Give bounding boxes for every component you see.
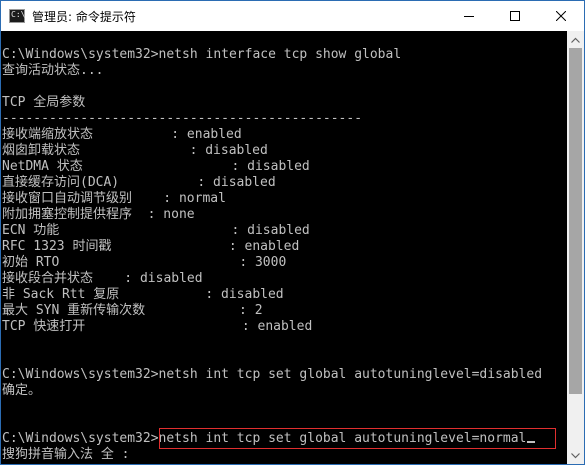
command-highlight-box (159, 428, 556, 449)
console-line: 非 Sack Rtt 复原 : disabled (2, 287, 284, 302)
console-line: C:\Windows\system32>netsh int tcp set gl… (2, 367, 543, 382)
console-output[interactable]: C:\Windows\system32>netsh interface tcp … (1, 31, 569, 464)
cmd-app-icon[interactable]: C:\ (9, 9, 25, 23)
console-line: 烟囱卸载状态 : disabled (2, 143, 268, 158)
maximize-icon (510, 11, 520, 21)
vertical-scrollbar[interactable] (567, 31, 584, 464)
close-button[interactable] (538, 1, 584, 31)
title-bar[interactable]: C:\ 管理员: 命令提示符 (1, 1, 584, 31)
cmd-window: C:\ 管理员: 命令提示符 C:\Windows\system32>netsh… (0, 0, 585, 465)
console-line: 查询活动状态... (2, 63, 104, 78)
scroll-up-button[interactable] (567, 31, 584, 48)
console-line: TCP 快速打开 : enabled (2, 319, 313, 334)
close-icon (556, 11, 566, 21)
scroll-up-arrow-icon (571, 37, 580, 43)
console-line: 接收段合并状态 : disabled (2, 271, 203, 286)
scroll-down-arrow-icon (571, 452, 580, 458)
console-line: C:\Windows\system32>netsh interface tcp … (2, 47, 402, 62)
console-line: 最大 SYN 重新传输次数 : 2 (2, 303, 263, 318)
console-line: 确定。 (2, 383, 42, 398)
ime-status-line: 搜狗拼音输入法 全 : (2, 447, 130, 462)
console-line: ECN 功能 : disabled (2, 223, 310, 238)
cmd-app-icon-prompt: C:\ (11, 10, 26, 19)
maximize-button[interactable] (492, 1, 538, 31)
minimize-icon (464, 16, 474, 17)
console-line: TCP 全局参数 (2, 95, 86, 110)
console-line: NetDMA 状态 : disabled (2, 159, 310, 174)
window-controls (446, 1, 584, 31)
window-title: 管理员: 命令提示符 (32, 9, 136, 24)
scroll-down-button[interactable] (567, 447, 584, 464)
console-line: 接收端缩放状态 : enabled (2, 127, 242, 142)
console-line: 直接缓存访问(DCA) : disabled (2, 175, 276, 190)
scrollbar-thumb[interactable] (569, 48, 582, 394)
console-line: 附加拥塞控制提供程序 : none (2, 207, 195, 222)
console-line: 接收窗口自动调节级别 : normal (2, 191, 226, 206)
console-line: RFC 1323 时间戳 : enabled (2, 239, 300, 254)
console-line: 初始 RTO : 3000 (2, 255, 287, 270)
minimize-button[interactable] (446, 1, 492, 31)
console-line: ----------------------------------------… (2, 111, 363, 126)
